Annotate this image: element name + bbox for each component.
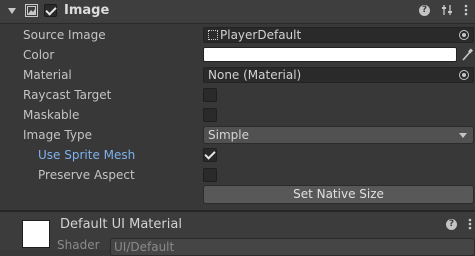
material-value: None (Material) bbox=[208, 68, 302, 82]
material-field[interactable]: None (Material) bbox=[203, 67, 474, 83]
more-icon[interactable] bbox=[459, 3, 473, 19]
source-image-label: Source Image bbox=[23, 28, 106, 42]
foldout-arrow-icon[interactable] bbox=[8, 8, 16, 14]
shader-dropdown[interactable]: UI/Default bbox=[110, 238, 475, 256]
chevron-down-icon bbox=[459, 133, 467, 138]
shader-value: UI/Default bbox=[114, 240, 175, 254]
component-enabled-checkbox[interactable] bbox=[44, 4, 57, 17]
material-label: Material bbox=[23, 68, 72, 82]
component-title: Image bbox=[64, 3, 110, 18]
image-type-value: Simple bbox=[208, 128, 249, 142]
more-icon[interactable] bbox=[463, 217, 475, 233]
help-icon[interactable]: ? bbox=[446, 217, 460, 233]
preserve-aspect-label: Preserve Aspect bbox=[38, 168, 135, 182]
material-title: Default UI Material bbox=[60, 217, 182, 232]
image-type-dropdown[interactable]: Simple bbox=[203, 126, 474, 144]
use-sprite-mesh-label: Use Sprite Mesh bbox=[38, 148, 136, 162]
help-icon[interactable]: ? bbox=[419, 3, 433, 19]
preset-icon[interactable] bbox=[440, 3, 454, 19]
set-native-size-button[interactable]: Set Native Size bbox=[203, 185, 474, 204]
image-component-icon bbox=[25, 4, 38, 17]
object-picker-icon[interactable] bbox=[459, 30, 469, 40]
image-type-label: Image Type bbox=[23, 128, 92, 142]
color-label: Color bbox=[23, 48, 55, 62]
raycast-target-checkbox[interactable] bbox=[203, 88, 217, 102]
sprite-icon bbox=[208, 30, 218, 40]
maskable-checkbox[interactable] bbox=[203, 108, 217, 122]
color-swatch[interactable] bbox=[203, 47, 457, 62]
maskable-label: Maskable bbox=[23, 108, 80, 122]
object-picker-icon[interactable] bbox=[459, 70, 469, 80]
material-preview-thumbnail bbox=[22, 220, 50, 248]
preserve-aspect-checkbox[interactable] bbox=[203, 168, 217, 182]
source-image-field[interactable]: PlayerDefault bbox=[203, 27, 474, 43]
use-sprite-mesh-checkbox[interactable] bbox=[203, 148, 217, 162]
raycast-target-label: Raycast Target bbox=[23, 88, 112, 102]
eyedropper-icon[interactable] bbox=[460, 47, 474, 63]
source-image-value: PlayerDefault bbox=[220, 28, 302, 42]
